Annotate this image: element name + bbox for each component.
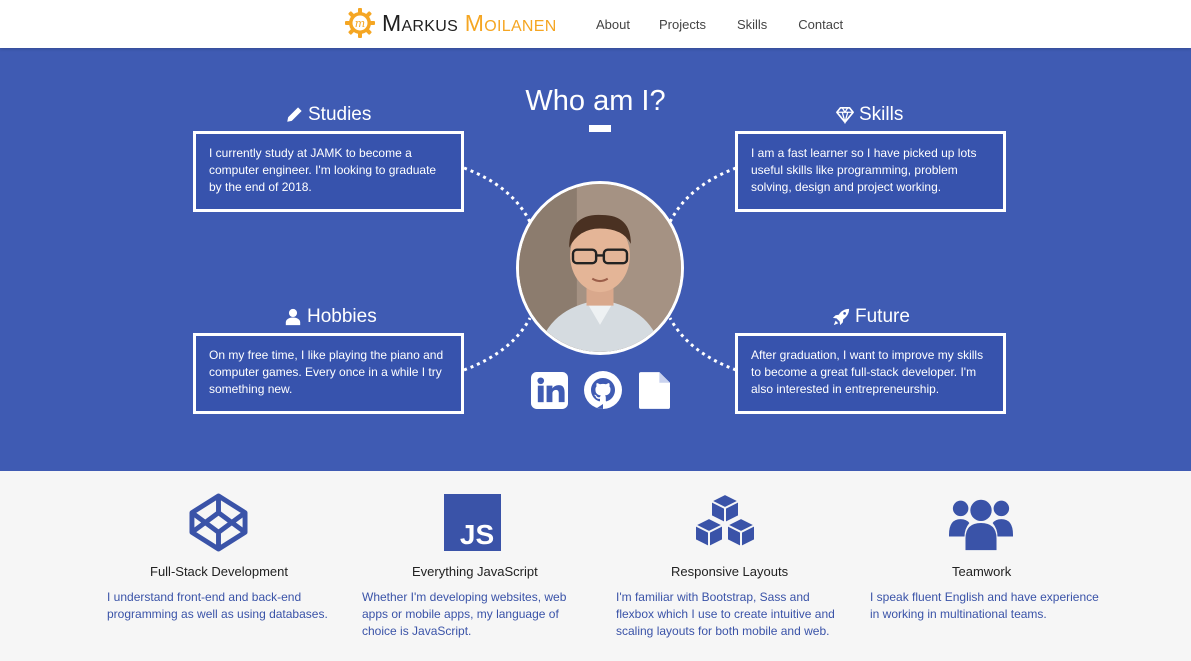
main-nav: About Projects Skills Contact	[596, 17, 875, 32]
title-underline	[589, 125, 611, 132]
hobbies-heading: Hobbies	[284, 306, 377, 328]
linkedin-link[interactable]	[531, 371, 568, 409]
diamond-icon	[836, 106, 854, 124]
codepen-icon	[188, 492, 248, 552]
resume-link[interactable]	[638, 371, 670, 409]
users-icon	[948, 493, 1014, 551]
github-icon	[584, 371, 622, 409]
pencil-icon	[287, 107, 302, 122]
feature-text: I understand front-end and back-end prog…	[107, 590, 328, 621]
nav-link-about[interactable]: About	[596, 17, 630, 32]
hobbies-box: On my free time, I like playing the pian…	[193, 333, 464, 414]
feature-title: Responsive Layouts	[671, 564, 789, 579]
nav-link-skills[interactable]: Skills	[737, 17, 767, 32]
future-text: After graduation, I want to improve my s…	[751, 348, 984, 396]
skills-heading: Skills	[836, 104, 903, 126]
feature-title: Everything JavaScript	[412, 564, 538, 579]
document-icon	[638, 371, 670, 409]
feature-title: Teamwork	[952, 564, 1012, 579]
studies-text: I currently study at JAMK to become a co…	[209, 146, 437, 194]
user-icon	[285, 308, 301, 326]
feature-text: Whether I'm developing websites, web app…	[362, 590, 567, 638]
feature-text: I'm familiar with Bootstrap, Sass and fl…	[616, 590, 835, 638]
page-title: Who am I?	[525, 85, 666, 117]
future-heading-label: Future	[855, 306, 910, 327]
github-link[interactable]	[584, 371, 622, 409]
feature-text: I speak fluent English and have experien…	[870, 590, 1099, 621]
site-logo[interactable]: m Markus Moilanen	[344, 7, 557, 39]
nav-link-contact[interactable]: Contact	[798, 17, 843, 32]
site-name: Markus Moilanen	[382, 9, 557, 36]
about-hero-section: Who am I? Studies I currently study at J…	[0, 48, 1191, 471]
skills-text: I am a fast learner so I have picked up …	[751, 146, 977, 194]
site-name-last: Moilanen	[464, 9, 557, 36]
hobbies-heading-label: Hobbies	[307, 306, 377, 327]
future-box: After graduation, I want to improve my s…	[735, 333, 1006, 414]
feature-title: Full-Stack Development	[150, 564, 288, 579]
future-heading: Future	[832, 306, 910, 328]
linkedin-icon	[531, 371, 568, 409]
hobbies-text: On my free time, I like playing the pian…	[209, 348, 444, 396]
gear-logo-icon: m	[345, 8, 375, 38]
logo-mark-text: m	[355, 17, 365, 30]
javascript-icon: JS	[444, 493, 501, 551]
site-name-first: Markus	[382, 9, 459, 36]
studies-heading: Studies	[285, 104, 371, 126]
top-navbar: m Markus Moilanen About Projects Skills …	[0, 0, 1191, 48]
javascript-icon-text: JS	[460, 519, 494, 550]
nav-link-projects[interactable]: Projects	[659, 17, 706, 32]
rocket-icon	[832, 308, 850, 326]
skills-heading-label: Skills	[859, 104, 904, 125]
studies-heading-label: Studies	[308, 104, 372, 125]
profile-portrait	[519, 184, 681, 352]
studies-box: I currently study at JAMK to become a co…	[193, 131, 464, 212]
cubes-icon	[689, 493, 761, 551]
skills-box: I am a fast learner so I have picked up …	[735, 131, 1006, 212]
profile-photo	[516, 181, 684, 355]
features-section: Full-Stack Development I understand fron…	[0, 471, 1191, 661]
